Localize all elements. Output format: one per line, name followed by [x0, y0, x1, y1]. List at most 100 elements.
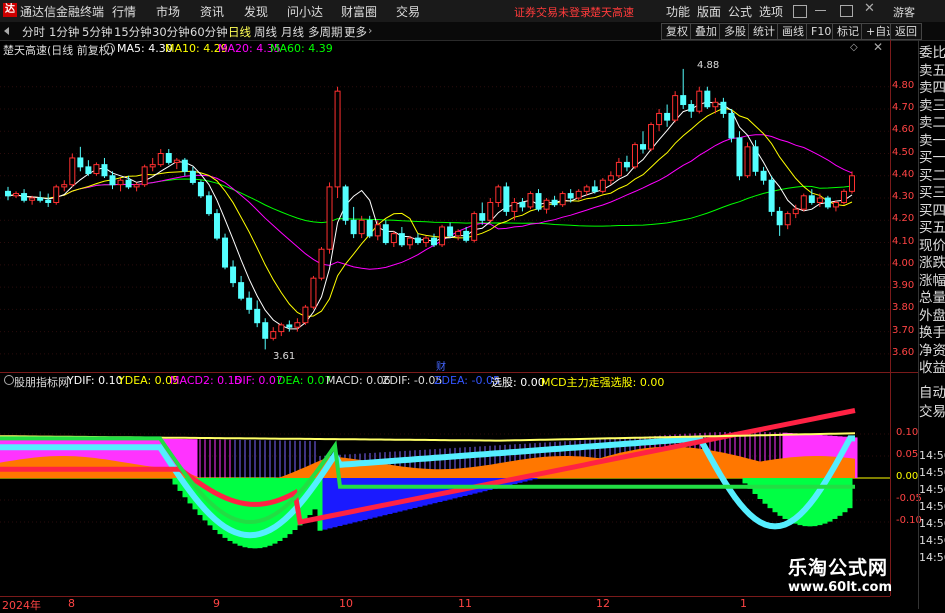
candle-body — [270, 331, 277, 339]
candle-body — [37, 197, 44, 201]
candle-body — [358, 219, 365, 235]
candle-body — [173, 159, 180, 163]
quote-label: 收益 — [919, 360, 945, 376]
candle-body — [479, 213, 486, 221]
period-5min[interactable]: 5分钟 — [82, 24, 112, 40]
watermark-title: 乐淘公式网 — [788, 557, 889, 579]
candle-body — [141, 166, 148, 186]
axis-divider — [890, 40, 891, 596]
candle-body — [422, 237, 429, 244]
auto-trade-label[interactable]: 自动 — [919, 384, 945, 404]
tool-duogu[interactable]: 多股 — [719, 23, 751, 40]
period-weekly[interactable]: 周线 — [254, 24, 277, 40]
candle-body — [133, 184, 140, 188]
ma20-line — [7, 134, 853, 270]
candle-body — [543, 199, 550, 210]
candle-body — [310, 277, 317, 308]
tool-diejia[interactable]: 叠加 — [690, 23, 722, 40]
login-status[interactable]: 证券交易未登录 — [514, 4, 591, 20]
tool-biaoji[interactable]: 标记 — [832, 23, 864, 40]
cai-marker[interactable]: 财 — [436, 358, 446, 373]
chevron-left-icon[interactable] — [4, 27, 9, 35]
candle-body — [45, 199, 52, 203]
menu-gongshi[interactable]: 公式 — [728, 3, 752, 20]
settings-circle-icon[interactable] — [104, 43, 115, 54]
minimize-icon[interactable] — [815, 10, 826, 11]
app-name: 通达信金融终端 — [20, 5, 105, 19]
candle-body — [559, 193, 566, 206]
candle-body — [792, 208, 799, 215]
candle-body — [591, 186, 598, 192]
close-chart-icon[interactable]: ✕ — [873, 40, 883, 54]
candle-body — [840, 190, 847, 203]
period-multi[interactable]: 多周期 — [308, 24, 343, 40]
window-restore-icon[interactable] — [793, 5, 807, 18]
indicator-settings-icon[interactable] — [4, 375, 14, 385]
period-15min[interactable]: 15分钟 — [114, 24, 152, 40]
menu-zixun[interactable]: 资讯 — [200, 3, 224, 20]
candle-body — [302, 306, 309, 324]
candle-body — [736, 137, 743, 177]
candle-body — [109, 175, 116, 186]
period-1min[interactable]: 1分钟 — [49, 24, 79, 40]
menu-banmian[interactable]: 版面 — [697, 3, 721, 20]
menu-faxian[interactable]: 发现 — [244, 3, 268, 20]
price-tick-label: 4.20 — [892, 213, 915, 225]
indicator-value: MACD2: 0.15 — [170, 374, 242, 387]
tool-tongji[interactable]: 统计 — [748, 23, 780, 40]
period-30min[interactable]: 30分钟 — [152, 24, 190, 40]
menu-jiaoyi[interactable]: 交易 — [396, 3, 420, 20]
auto-trade-label[interactable]: 交易 — [919, 403, 945, 423]
price-tick-label: 3.60 — [892, 346, 915, 358]
period-more[interactable]: 更多 — [344, 24, 367, 40]
price-tick-label: 4.50 — [892, 146, 915, 158]
indicator-tick-label: 0.00 — [896, 471, 919, 482]
low-price-label: 3.61 — [273, 351, 296, 362]
user-label[interactable]: 游客 — [893, 4, 915, 20]
title-bar: 达 通达信金融终端 行情 市场 资讯 发现 问小达 财富圈 交易 证券交易未登录… — [0, 0, 945, 23]
indicator-chart[interactable] — [0, 388, 890, 596]
candle-body — [567, 193, 574, 199]
candle-body — [760, 170, 767, 181]
candle-body — [575, 190, 582, 199]
candle-body — [254, 308, 261, 324]
price-tick-label: 4.10 — [892, 235, 915, 247]
tick-time: 14:56 — [919, 500, 945, 513]
indicator-tick-label: 0.10 — [896, 427, 919, 438]
candle-body — [640, 144, 647, 150]
more-chevron-icon[interactable]: › — [368, 24, 372, 37]
tool-huaxian[interactable]: 画线 — [777, 23, 809, 40]
price-chart[interactable] — [0, 55, 890, 370]
close-icon[interactable]: ✕ — [864, 1, 875, 16]
menu-shichang[interactable]: 市场 — [156, 3, 180, 20]
ma10-line — [7, 107, 853, 318]
watermark: 乐淘公式网 www.60lt.com — [788, 553, 913, 595]
period-daily[interactable]: 日线 — [228, 24, 251, 40]
candle-body — [712, 101, 719, 108]
ma60-label: MA60: 4.39 — [270, 42, 333, 55]
period-monthly[interactable]: 月线 — [281, 24, 304, 40]
tick-time: 14:56 — [919, 551, 945, 564]
candle-body — [615, 161, 622, 177]
tool-back[interactable]: 返回 — [890, 23, 922, 40]
candle-body — [551, 199, 558, 206]
price-tick-label: 4.70 — [892, 101, 915, 113]
month-label-1: 1 — [740, 597, 747, 610]
candle-body — [262, 322, 269, 339]
period-60min[interactable]: 60分钟 — [190, 24, 228, 40]
candle-body — [511, 201, 518, 212]
candle-body — [607, 175, 614, 181]
indicator-value: DEA: 0.07 — [277, 374, 332, 387]
tool-fuquan[interactable]: 复权 — [661, 23, 693, 40]
maximize-icon[interactable] — [840, 5, 853, 17]
period-fenshi[interactable]: 分时 — [22, 24, 45, 40]
candle-body — [13, 193, 20, 197]
menu-hangqing[interactable]: 行情 — [112, 3, 136, 20]
menu-caifuquan[interactable]: 财富圈 — [341, 3, 377, 20]
candle-body — [816, 197, 823, 203]
menu-xuanxiang[interactable]: 选项 — [759, 3, 783, 20]
menu-gongneng[interactable]: 功能 — [666, 3, 690, 20]
menu-wenxiaoda[interactable]: 问小达 — [287, 3, 323, 20]
candle-body — [334, 90, 341, 188]
settings-icon[interactable]: ◇ — [850, 42, 858, 53]
